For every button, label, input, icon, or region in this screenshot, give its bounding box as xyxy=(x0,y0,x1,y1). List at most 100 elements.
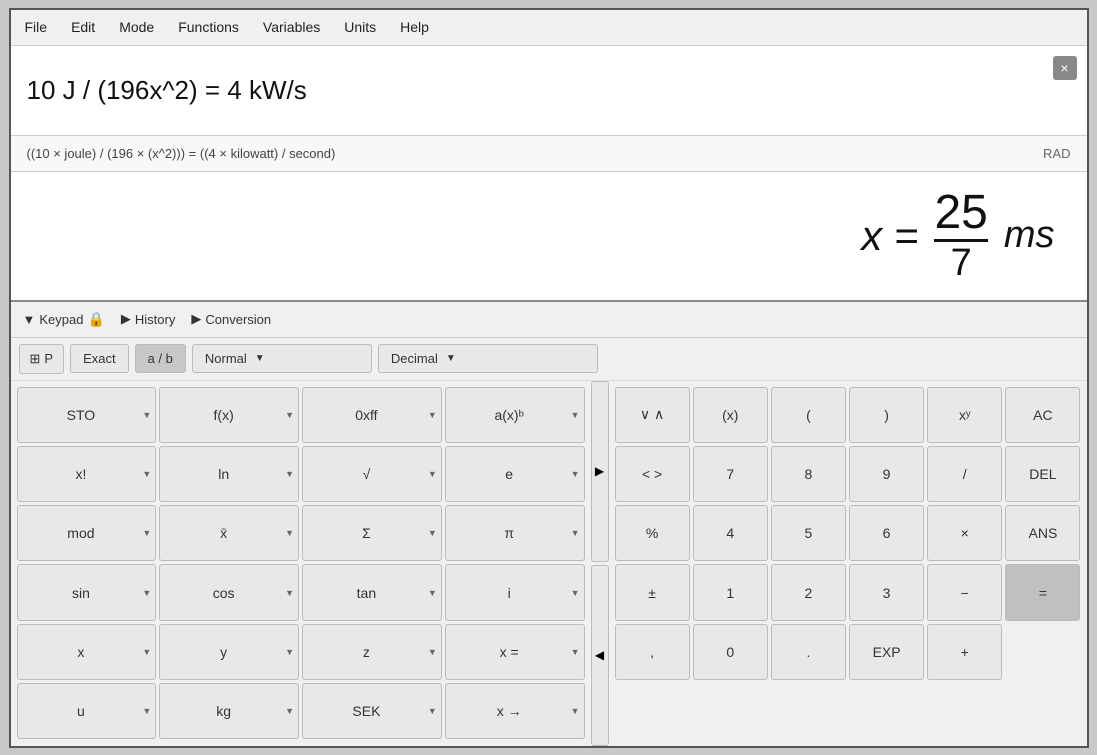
right-btn-22[interactable]: − xyxy=(927,564,1002,620)
right-btn-26[interactable]: . xyxy=(771,624,846,680)
right-btn-17[interactable]: ANS xyxy=(1005,505,1080,561)
menu-item-file[interactable]: File xyxy=(19,17,54,37)
right-btn-9[interactable]: 9 xyxy=(849,446,924,502)
left-btn-19[interactable]: x =▼ xyxy=(445,624,585,680)
history-toggle[interactable]: ▶ History xyxy=(121,311,175,327)
normal-dropdown-arrow: ▼ xyxy=(255,353,265,364)
left-btn-15[interactable]: i▼ xyxy=(445,564,585,620)
left-btn-4[interactable]: x!▼ xyxy=(17,446,157,502)
input-area: 10 J / (196x^2) = 4 kW/s × xyxy=(11,46,1087,136)
empty-cell-29 xyxy=(1005,624,1080,680)
left-btn-9[interactable]: x̄▼ xyxy=(159,505,299,561)
conversion-label: Conversion xyxy=(205,312,271,327)
right-btn-21[interactable]: 3 xyxy=(849,564,924,620)
right-btn-6[interactable]: < > xyxy=(615,446,690,502)
menu-item-edit[interactable]: Edit xyxy=(65,17,101,37)
result-expression: x = 25 7 ms xyxy=(861,189,1054,282)
left-btn-12[interactable]: sin▼ xyxy=(17,564,157,620)
left-btn-3[interactable]: a(x)ᵇ▼ xyxy=(445,387,585,443)
lock-icon: 🔒 xyxy=(87,311,104,328)
exact-button[interactable]: Exact xyxy=(70,344,129,373)
right-btn-0[interactable]: ∨ ∧ xyxy=(615,387,690,443)
result-unit: ms xyxy=(1004,214,1055,257)
menu-item-functions[interactable]: Functions xyxy=(172,17,245,37)
keypad-header: ▼ Keypad 🔒 ▶ History ▶ Conversion xyxy=(11,302,1087,338)
right-btn-28[interactable]: + xyxy=(927,624,1002,680)
left-btn-5[interactable]: ln▼ xyxy=(159,446,299,502)
left-btn-2[interactable]: 0xff▼ xyxy=(302,387,442,443)
right-btn-11[interactable]: DEL xyxy=(1005,446,1080,502)
left-btn-11[interactable]: π▼ xyxy=(445,505,585,561)
normal-label: Normal xyxy=(205,351,247,366)
right-btn-7[interactable]: 7 xyxy=(693,446,768,502)
left-btn-22[interactable]: SEK▼ xyxy=(302,683,442,739)
left-btn-7[interactable]: e▼ xyxy=(445,446,585,502)
left-btn-0[interactable]: STO▼ xyxy=(17,387,157,443)
menu-item-mode[interactable]: Mode xyxy=(113,17,160,37)
menu-item-units[interactable]: Units xyxy=(338,17,382,37)
parsed-text: ((10 × joule) / (196 × (x^2))) = ((4 × k… xyxy=(27,146,336,161)
clear-button[interactable]: × xyxy=(1053,56,1077,80)
left-btn-20[interactable]: u▼ xyxy=(17,683,157,739)
right-btn-25[interactable]: 0 xyxy=(693,624,768,680)
left-btn-13[interactable]: cos▼ xyxy=(159,564,299,620)
right-btn-14[interactable]: 5 xyxy=(771,505,846,561)
left-btn-18[interactable]: z▼ xyxy=(302,624,442,680)
parsed-area: ((10 × joule) / (196 × (x^2))) = ((4 × k… xyxy=(11,136,1087,172)
decimal-label: Decimal xyxy=(391,351,438,366)
left-btn-16[interactable]: x▼ xyxy=(17,624,157,680)
left-btn-17[interactable]: y▼ xyxy=(159,624,299,680)
right-btn-24[interactable]: , xyxy=(615,624,690,680)
decimal-dropdown-arrow: ▼ xyxy=(446,353,456,364)
grid-p-button[interactable]: ⊞ P xyxy=(19,344,65,374)
right-btn-23[interactable]: = xyxy=(1005,564,1080,620)
right-btn-12[interactable]: % xyxy=(615,505,690,561)
app-window: FileEditModeFunctionsVariablesUnitsHelp … xyxy=(9,8,1089,748)
right-btn-1[interactable]: (x) xyxy=(693,387,768,443)
input-expression[interactable]: 10 J / (196x^2) = 4 kW/s xyxy=(27,75,1071,106)
right-btn-15[interactable]: 6 xyxy=(849,505,924,561)
left-btn-14[interactable]: tan▼ xyxy=(302,564,442,620)
decimal-dropdown[interactable]: Decimal ▼ xyxy=(378,344,598,373)
right-btn-18[interactable]: ± xyxy=(615,564,690,620)
history-label: History xyxy=(135,312,175,327)
menu-item-variables[interactable]: Variables xyxy=(257,17,326,37)
right-btn-13[interactable]: 4 xyxy=(693,505,768,561)
expand-right-button[interactable]: ▶ xyxy=(591,381,609,562)
normal-dropdown[interactable]: Normal ▼ xyxy=(192,344,372,373)
keypad-section: ▼ Keypad 🔒 ▶ History ▶ Conversion ⊞ P Ex… xyxy=(11,302,1087,746)
right-btn-16[interactable]: × xyxy=(927,505,1002,561)
menu-item-help[interactable]: Help xyxy=(394,17,435,37)
left-btn-23[interactable]: x →▼ xyxy=(445,683,585,739)
keypad-toggle[interactable]: ▼ Keypad 🔒 xyxy=(23,311,105,328)
conversion-toggle[interactable]: ▶ Conversion xyxy=(191,311,271,327)
fraction-button[interactable]: a / b xyxy=(135,344,186,373)
left-btn-1[interactable]: f(x)▼ xyxy=(159,387,299,443)
result-area: x = 25 7 ms xyxy=(11,172,1087,302)
rad-label: RAD xyxy=(1043,146,1070,161)
fraction-denominator: 7 xyxy=(951,242,972,282)
right-btn-5[interactable]: AC xyxy=(1005,387,1080,443)
grid-p-label: P xyxy=(44,351,53,366)
fraction-numerator: 25 xyxy=(934,189,987,242)
right-btn-2[interactable]: ( xyxy=(771,387,846,443)
right-btn-4[interactable]: xʸ xyxy=(927,387,1002,443)
right-btn-8[interactable]: 8 xyxy=(771,446,846,502)
side-arrow-column: ▶ ◀ xyxy=(591,381,609,746)
right-btn-10[interactable]: / xyxy=(927,446,1002,502)
left-btn-6[interactable]: √▼ xyxy=(302,446,442,502)
right-btn-20[interactable]: 2 xyxy=(771,564,846,620)
keypad-arrow-icon: ▼ xyxy=(23,312,36,327)
right-button-grid: ∨ ∧(x)()xʸAC < >789/DEL%456×ANS ±123−=,0.E… xyxy=(609,381,1087,746)
right-btn-19[interactable]: 1 xyxy=(693,564,768,620)
mode-row: ⊞ P Exact a / b Normal ▼ Decimal ▼ xyxy=(11,338,1087,381)
collapse-left-button[interactable]: ◀ xyxy=(591,565,609,746)
result-fraction: 25 7 xyxy=(934,189,987,282)
button-area: STO▼f(x)▼0xff▼a(x)ᵇ▼ x!▼ln▼√▼e▼ mod▼x̄▼Σ▼π… xyxy=(11,381,1087,746)
left-button-grid: STO▼f(x)▼0xff▼a(x)ᵇ▼ x!▼ln▼√▼e▼ mod▼x̄▼Σ▼π… xyxy=(11,381,591,746)
left-btn-21[interactable]: kg▼ xyxy=(159,683,299,739)
left-btn-8[interactable]: mod▼ xyxy=(17,505,157,561)
right-btn-3[interactable]: ) xyxy=(849,387,924,443)
left-btn-10[interactable]: Σ▼ xyxy=(302,505,442,561)
right-btn-27[interactable]: EXP xyxy=(849,624,924,680)
